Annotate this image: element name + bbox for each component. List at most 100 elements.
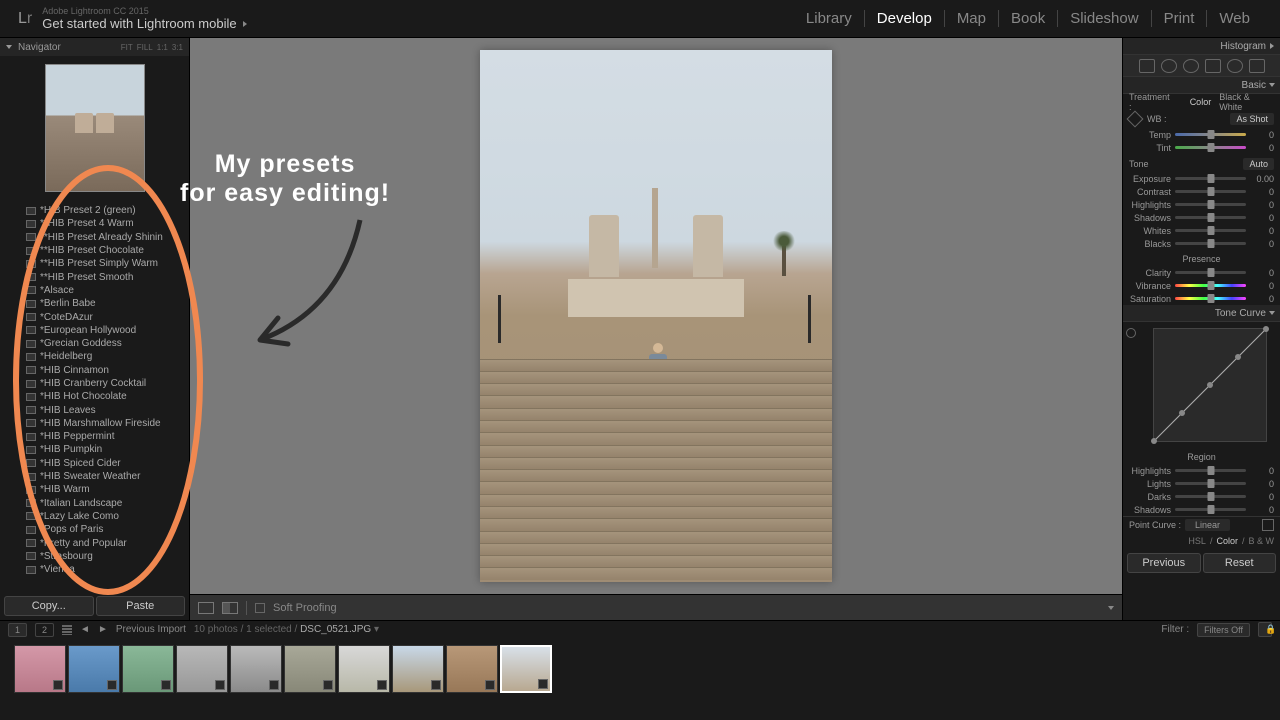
- filmstrip-thumb[interactable]: [14, 645, 66, 693]
- clarity-slider[interactable]: Clarity0: [1123, 266, 1280, 279]
- filter-lock-icon[interactable]: 🔒: [1258, 622, 1272, 637]
- preset-item[interactable]: *Lazy Lake Como: [0, 510, 189, 523]
- blacks-slider[interactable]: Blacks0: [1123, 237, 1280, 250]
- treatment-bw[interactable]: Black & White: [1219, 92, 1274, 112]
- zoom-fit[interactable]: FIT: [121, 43, 133, 52]
- crop-tool-icon[interactable]: [1139, 59, 1155, 73]
- preset-item[interactable]: *HIB Warm: [0, 483, 189, 496]
- preset-item[interactable]: *HIB Peppermint: [0, 430, 189, 443]
- preset-item[interactable]: **HIB Preset 4 Warm: [0, 217, 189, 230]
- treatment-color[interactable]: Color: [1190, 97, 1212, 107]
- region-shadows-slider[interactable]: Shadows0: [1123, 503, 1280, 516]
- contrast-slider[interactable]: Contrast0: [1123, 185, 1280, 198]
- region-darks-slider[interactable]: Darks0: [1123, 490, 1280, 503]
- preset-item[interactable]: *HIB Preset 2 (green): [0, 204, 189, 217]
- auto-tone-button[interactable]: Auto: [1243, 158, 1274, 170]
- filmstrip-thumb[interactable]: [122, 645, 174, 693]
- filmstrip-thumb-selected[interactable]: [500, 645, 552, 693]
- filmstrip-thumb[interactable]: [176, 645, 228, 693]
- grid-icon[interactable]: [62, 625, 72, 635]
- preset-item[interactable]: *Italian Landscape: [0, 497, 189, 510]
- temp-slider[interactable]: Temp0: [1123, 128, 1280, 141]
- preset-item[interactable]: *Berlin Babe: [0, 297, 189, 310]
- curve-edit-icon[interactable]: [1262, 519, 1274, 531]
- forward-icon[interactable]: ►: [98, 624, 108, 635]
- spot-tool-icon[interactable]: [1161, 59, 1177, 73]
- module-slideshow[interactable]: Slideshow: [1058, 10, 1151, 27]
- preset-item[interactable]: *HIB Cranberry Cocktail: [0, 377, 189, 390]
- preset-item[interactable]: *Pops of Paris: [0, 523, 189, 536]
- source-label[interactable]: Previous Import: [116, 624, 186, 635]
- toolbar-menu-icon[interactable]: [1108, 606, 1114, 610]
- main-photo[interactable]: [480, 50, 832, 582]
- module-print[interactable]: Print: [1152, 10, 1208, 27]
- module-library[interactable]: Library: [794, 10, 865, 27]
- zoom-fill[interactable]: FILL: [137, 43, 153, 52]
- preset-item[interactable]: *European Hollywood: [0, 324, 189, 337]
- loupe-view-icon[interactable]: [198, 602, 214, 614]
- tint-slider[interactable]: Tint0: [1123, 141, 1280, 154]
- highlights-slider[interactable]: Highlights0: [1123, 198, 1280, 211]
- preset-item[interactable]: *Pretty and Popular: [0, 536, 189, 549]
- preset-item[interactable]: **HIB Preset Smooth: [0, 270, 189, 283]
- preset-item[interactable]: *HIB Leaves: [0, 403, 189, 416]
- gradient-tool-icon[interactable]: [1205, 59, 1221, 73]
- preset-item[interactable]: **HIB Preset Simply Warm: [0, 257, 189, 270]
- module-map[interactable]: Map: [945, 10, 999, 27]
- filmstrip-thumb[interactable]: [230, 645, 282, 693]
- reset-button[interactable]: Reset: [1203, 553, 1277, 573]
- wb-dropdown[interactable]: As Shot: [1230, 113, 1274, 125]
- redeye-tool-icon[interactable]: [1183, 59, 1199, 73]
- copy-button[interactable]: Copy...: [4, 596, 94, 616]
- preset-item[interactable]: *Alsace: [0, 284, 189, 297]
- hsl-header[interactable]: HSL/Color/B & W: [1123, 533, 1280, 549]
- preset-item[interactable]: *Heidelberg: [0, 350, 189, 363]
- filmstrip-thumb[interactable]: [392, 645, 444, 693]
- target-adjust-icon[interactable]: [1126, 328, 1136, 338]
- module-develop[interactable]: Develop: [865, 10, 945, 27]
- zoom-1-1[interactable]: 1:1: [157, 43, 168, 52]
- radial-tool-icon[interactable]: [1227, 59, 1243, 73]
- brush-tool-icon[interactable]: [1249, 59, 1265, 73]
- second-window-button[interactable]: 2: [35, 623, 54, 637]
- back-icon[interactable]: ◄: [80, 624, 90, 635]
- navigator-header[interactable]: Navigator FIT FILL 1:1 3:1: [0, 38, 189, 56]
- paste-button[interactable]: Paste: [96, 596, 186, 616]
- filmstrip-thumb[interactable]: [68, 645, 120, 693]
- before-after-icon[interactable]: [222, 602, 238, 614]
- point-curve-dropdown[interactable]: Linear: [1185, 519, 1230, 531]
- preset-item[interactable]: **HIB Preset Chocolate: [0, 244, 189, 257]
- soft-proof-checkbox[interactable]: [255, 603, 265, 613]
- tone-curve-header[interactable]: Tone Curve: [1123, 305, 1280, 322]
- identity-plate[interactable]: Get started with Lightroom mobile: [42, 16, 794, 31]
- filmstrip-thumb[interactable]: [338, 645, 390, 693]
- main-window-button[interactable]: 1: [8, 623, 27, 637]
- vibrance-slider[interactable]: Vibrance0: [1123, 279, 1280, 292]
- preset-item[interactable]: *Vienna: [0, 563, 189, 576]
- shadows-slider[interactable]: Shadows0: [1123, 211, 1280, 224]
- zoom-3-1[interactable]: 3:1: [172, 43, 183, 52]
- preset-item[interactable]: *HIB Spiced Cider: [0, 457, 189, 470]
- preset-item[interactable]: *HIB Sweater Weather: [0, 470, 189, 483]
- module-web[interactable]: Web: [1207, 10, 1262, 27]
- eyedropper-icon[interactable]: [1127, 111, 1144, 128]
- module-book[interactable]: Book: [999, 10, 1058, 27]
- tone-curve-graph[interactable]: [1153, 328, 1267, 442]
- navigator-thumbnail[interactable]: [0, 56, 189, 200]
- preset-item[interactable]: *HIB Hot Chocolate: [0, 390, 189, 403]
- preset-item[interactable]: *HIB Cinnamon: [0, 364, 189, 377]
- saturation-slider[interactable]: Saturation0: [1123, 292, 1280, 305]
- filters-dropdown[interactable]: Filters Off: [1197, 623, 1250, 637]
- preset-item[interactable]: **HIB Preset Already Shinin: [0, 231, 189, 244]
- preset-item[interactable]: *HIB Pumpkin: [0, 443, 189, 456]
- histogram-header[interactable]: Histogram: [1123, 38, 1280, 55]
- region-highlights-slider[interactable]: Highlights0: [1123, 464, 1280, 477]
- region-lights-slider[interactable]: Lights0: [1123, 477, 1280, 490]
- filmstrip-thumb[interactable]: [446, 645, 498, 693]
- preset-item[interactable]: *CoteDAzur: [0, 310, 189, 323]
- whites-slider[interactable]: Whites0: [1123, 224, 1280, 237]
- preset-item[interactable]: *Grecian Goddess: [0, 337, 189, 350]
- previous-button[interactable]: Previous: [1127, 553, 1201, 573]
- preset-item[interactable]: *Strasbourg: [0, 550, 189, 563]
- exposure-slider[interactable]: Exposure0.00: [1123, 172, 1280, 185]
